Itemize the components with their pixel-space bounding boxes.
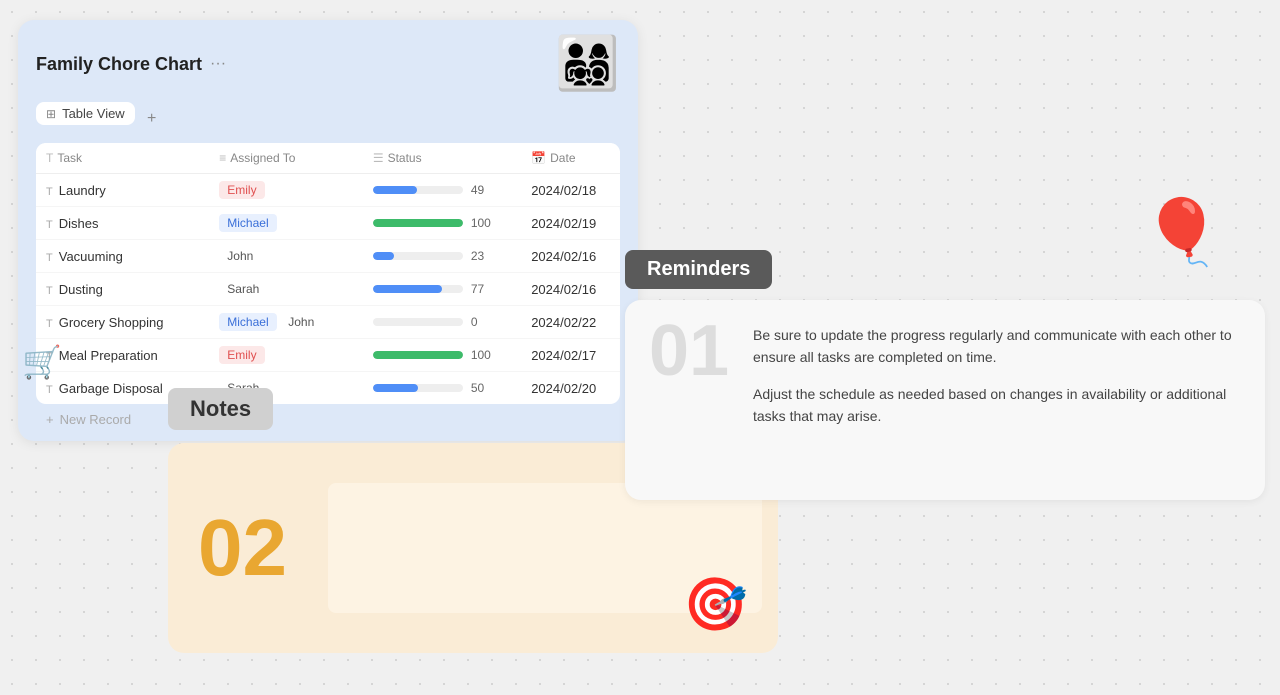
chore-table: TTask ≡Assigned To ☰Status 📅Date TLaundr… [36, 143, 620, 404]
table-view-tab[interactable]: ⊞ Table View [36, 102, 135, 125]
cell-status: 100 [363, 207, 521, 240]
table-icon: ⊞ [46, 107, 56, 121]
cell-task: TDusting [36, 273, 209, 306]
cell-assigned: Emily [209, 339, 363, 372]
new-record-label: New Record [60, 412, 132, 427]
task-icon: T [46, 318, 53, 330]
cell-status: 50 [363, 372, 521, 405]
table-row: TMeal Preparation Emily 100 2024/02/17 [36, 339, 620, 372]
reminder-text-1: Be sure to update the progress regularly… [753, 324, 1237, 369]
cell-task: TGrocery Shopping [36, 306, 209, 339]
task-icon: T [46, 285, 53, 297]
cell-date: 2024/02/16 [521, 240, 620, 273]
task-icon: T [46, 384, 53, 396]
cell-status: 49 [363, 174, 521, 207]
new-record-button[interactable]: + New Record [36, 404, 620, 429]
table-row: TGarbage DisposalSarah502024/02/20 [36, 372, 620, 405]
chore-card-header: Family Chore Chart ··· 👨‍👩‍👧‍👦 [36, 38, 620, 90]
assignee-badge: Emily [219, 346, 264, 364]
cell-assigned: Sarah [209, 273, 363, 306]
cell-status: 0 [363, 306, 521, 339]
task-icon: T [46, 219, 53, 231]
reminder-text-wrap: Be sure to update the progress regularly… [753, 324, 1237, 428]
reminder-card-01: 01 Be sure to update the progress regula… [625, 300, 1265, 500]
add-view-button[interactable]: + [141, 108, 163, 130]
cell-status: 23 [363, 240, 521, 273]
chore-title-text: Family Chore Chart [36, 54, 202, 75]
chore-chart-card: Family Chore Chart ··· 👨‍👩‍👧‍👦 ⊞ Table V… [18, 20, 638, 441]
table-row: TDishes Michael 100 2024/02/19 [36, 207, 620, 240]
cell-assigned: Michael John [209, 306, 363, 339]
reminder-text-2: Adjust the schedule as needed based on c… [753, 383, 1237, 428]
col-header-date: 📅Date [521, 143, 620, 174]
table-row: TDusting Sarah 77 2024/02/16 [36, 273, 620, 306]
col-header-status: ☰Status [363, 143, 521, 174]
table-row: TGrocery ShoppingMichael John02024/02/22 [36, 306, 620, 339]
chore-title-dots: ··· [210, 55, 226, 73]
new-record-icon: + [46, 412, 54, 427]
target-icon: 🎯 [683, 574, 748, 635]
cell-date: 2024/02/19 [521, 207, 620, 240]
family-emoji: 👨‍👩‍👧‍👦 [555, 38, 620, 90]
task-icon: T [46, 186, 53, 198]
cell-status: 77 [363, 273, 521, 306]
reminders-label: Reminders [625, 250, 772, 289]
cell-assigned: Michael [209, 207, 363, 240]
cell-date: 2024/02/22 [521, 306, 620, 339]
cell-date: 2024/02/16 [521, 273, 620, 306]
cart-icon: 🛒 [22, 343, 62, 381]
progress-value: 100 [471, 216, 493, 230]
assignee-badge: Sarah [219, 280, 267, 298]
cell-task: TMeal Preparation [36, 339, 209, 372]
progress-value: 50 [471, 381, 493, 395]
table-row: TVacuuming John 23 2024/02/16 [36, 240, 620, 273]
table-view-label: Table View [62, 106, 125, 121]
note-02-number: 02 [198, 502, 308, 594]
progress-value: 0 [471, 315, 493, 329]
cell-status: 100 [363, 339, 521, 372]
task-icon: T [46, 252, 53, 264]
balloon-icon: 🎈 [1142, 195, 1222, 270]
cell-date: 2024/02/18 [521, 174, 620, 207]
progress-value: 77 [471, 282, 493, 296]
progress-value: 100 [471, 348, 493, 362]
assignee-badge: Emily [219, 181, 264, 199]
col-header-task: TTask [36, 143, 209, 174]
cell-date: 2024/02/17 [521, 339, 620, 372]
cell-date: 2024/02/20 [521, 372, 620, 405]
col-header-assigned: ≡Assigned To [209, 143, 363, 174]
assignee-badge: John [219, 247, 261, 265]
cell-task: TDishes [36, 207, 209, 240]
cell-assigned: John [209, 240, 363, 273]
reminder-01-number: 01 [649, 310, 729, 392]
cell-task: TLaundry [36, 174, 209, 207]
cell-assigned: Emily [209, 174, 363, 207]
cell-task: TVacuuming [36, 240, 209, 273]
progress-value: 49 [471, 183, 493, 197]
progress-value: 23 [471, 249, 493, 263]
assignee-badge: Michael [219, 313, 276, 331]
assignee-badge: Michael [219, 214, 276, 232]
chore-title: Family Chore Chart ··· [36, 54, 226, 75]
notes-label: Notes [168, 388, 273, 430]
table-row: TLaundry Emily 49 2024/02/18 [36, 174, 620, 207]
assignee-badge: John [280, 313, 322, 331]
